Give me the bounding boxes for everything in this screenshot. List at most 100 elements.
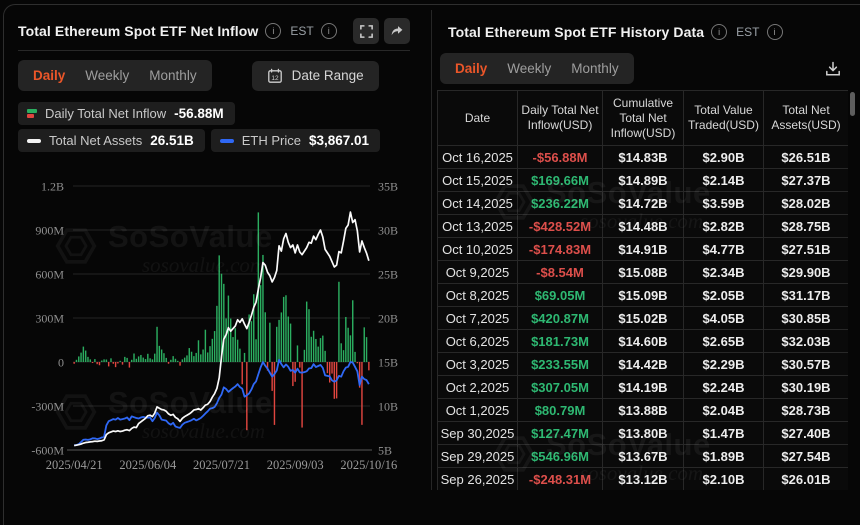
right-axis-tick: 30B xyxy=(378,224,398,238)
cell-daily-inflow: -$56.88M xyxy=(517,145,603,169)
left-axis-tick: -300M xyxy=(31,400,64,414)
date-range-button[interactable]: 12 Date Range xyxy=(251,60,379,91)
left-axis-tick: 1.2B xyxy=(41,180,64,194)
table-row: Oct 10,2025 -$174.83M $14.91B $4.77B $27.51B xyxy=(437,237,848,261)
cell-net-assets: $26.51B xyxy=(763,145,848,169)
cell-net-assets: $30.19B xyxy=(763,375,848,399)
table-row: Oct 16,2025 -$56.88M $14.83B $2.90B $26.51B xyxy=(437,145,848,169)
svg-text:12: 12 xyxy=(271,75,279,82)
col-cumulative-inflow: Cumulative Total Net Inflow(USD) xyxy=(602,90,684,146)
history-title: Total Ethereum Spot ETF History Data xyxy=(448,24,705,40)
cell-cumulative-inflow: $13.67B xyxy=(602,444,684,468)
cell-date: Oct 2,2025 xyxy=(437,375,518,399)
net-inflow-chart[interactable]: 1.2B 35B 900M 30B 600M 25B 300M 20B 0 15B -300M 10B… xyxy=(12,170,426,490)
cell-date: Oct 7,2025 xyxy=(437,306,518,330)
right-axis-tick: 35B xyxy=(378,180,398,194)
cell-cumulative-inflow: $15.02B xyxy=(602,306,684,330)
table-row: Sep 29,2025 $546.96M $13.67B $1.89B $27.54B xyxy=(437,444,848,468)
table-header-row: Date Daily Total Net Inflow(USD) Cumulat… xyxy=(437,90,848,146)
info-icon[interactable]: i xyxy=(265,23,282,39)
cell-daily-inflow: $236.22M xyxy=(517,191,603,215)
cell-daily-inflow: $169.66M xyxy=(517,168,603,192)
right-axis-tick: 20B xyxy=(378,312,398,326)
cell-daily-inflow: -$174.83M xyxy=(517,237,603,261)
cell-value-traded: $2.10B xyxy=(683,467,764,490)
cell-value-traded: $4.05B xyxy=(683,306,764,330)
table-row: Sep 26,2025 -$248.31M $13.12B $2.10B $26.01B xyxy=(437,467,848,490)
cell-daily-inflow: $127.47M xyxy=(517,421,603,445)
cell-cumulative-inflow: $14.72B xyxy=(602,191,684,215)
col-daily-inflow: Daily Total Net Inflow(USD) xyxy=(517,90,603,146)
cell-date: Oct 8,2025 xyxy=(437,283,518,307)
cell-date: Oct 14,2025 xyxy=(437,191,518,215)
cell-cumulative-inflow: $13.80B xyxy=(602,421,684,445)
table-row: Oct 2,2025 $307.05M $14.19B $2.24B $30.19B xyxy=(437,375,848,399)
left-axis-tick: 900M xyxy=(35,224,64,238)
x-axis-tick: 2025/10/16 xyxy=(340,458,397,472)
cell-value-traded: $2.82B xyxy=(683,214,764,238)
cell-value-traded: $2.04B xyxy=(683,398,764,422)
cell-cumulative-inflow: $14.42B xyxy=(602,352,684,376)
cell-net-assets: $30.57B xyxy=(763,352,848,376)
download-button[interactable] xyxy=(824,60,842,78)
cell-value-traded: $1.89B xyxy=(683,444,764,468)
cell-daily-inflow: $307.05M xyxy=(517,375,603,399)
legend-daily-net-inflow[interactable]: Daily Total Net Inflow -56.88M xyxy=(18,102,235,125)
cell-date: Oct 16,2025 xyxy=(437,145,518,169)
legend-total-net-assets[interactable]: Total Net Assets 26.51B xyxy=(18,129,205,152)
table-row: Sep 30,2025 $127.47M $13.80B $1.47B $27.40B xyxy=(437,421,848,445)
tab-daily[interactable]: Daily xyxy=(24,65,74,86)
cell-date: Oct 1,2025 xyxy=(437,398,518,422)
cell-net-assets: $28.75B xyxy=(763,214,848,238)
legend-eth-price[interactable]: ETH Price $3,867.01 xyxy=(210,129,381,152)
table-row: Oct 9,2025 -$8.54M $15.08B $2.34B $29.90B xyxy=(437,260,848,284)
info-icon[interactable]: i xyxy=(711,24,728,40)
cell-net-assets: $27.40B xyxy=(763,421,848,445)
page-title: Total Ethereum Spot ETF Net Inflow xyxy=(18,23,259,39)
table-row: Oct 6,2025 $181.73M $14.60B $2.65B $32.03B xyxy=(437,329,848,353)
left-axis-tick: 0 xyxy=(58,356,64,370)
share-button[interactable] xyxy=(384,18,410,44)
cell-value-traded: $2.05B xyxy=(683,283,764,307)
cell-daily-inflow: -$248.31M xyxy=(517,467,603,490)
tab-monthly[interactable]: Monthly xyxy=(140,65,205,86)
x-axis-tick: 2025/09/03 xyxy=(267,458,324,472)
panel-divider xyxy=(431,10,432,490)
download-icon xyxy=(826,61,840,75)
cell-cumulative-inflow: $15.09B xyxy=(602,283,684,307)
right-axis-tick: 10B xyxy=(378,400,398,414)
cell-date: Oct 13,2025 xyxy=(437,214,518,238)
cell-net-assets: $30.85B xyxy=(763,306,848,330)
chart-legend: Daily Total Net Inflow -56.88M Total Net… xyxy=(12,102,426,152)
cell-value-traded: $2.14B xyxy=(683,168,764,192)
fullscreen-icon xyxy=(359,24,373,38)
col-net-assets: Total Net Assets(USD) xyxy=(763,90,848,146)
cell-date: Sep 30,2025 xyxy=(437,421,518,445)
history-table-body: Oct 16,2025 -$56.88M $14.83B $2.90B $26.51B O… xyxy=(437,145,848,490)
cell-cumulative-inflow: $14.60B xyxy=(602,329,684,353)
cell-net-assets: $27.37B xyxy=(763,168,848,192)
tab-monthly[interactable]: Monthly xyxy=(562,58,627,79)
right-axis-tick: 5B xyxy=(378,444,392,458)
net-inflow-chart-svg: 1.2B 35B 900M 30B 600M 25B 300M 20B 0 15B -300M 10B… xyxy=(31,180,398,473)
tab-daily[interactable]: Daily xyxy=(446,58,496,79)
history-table: Date Daily Total Net Inflow(USD) Cumulat… xyxy=(437,90,848,490)
history-data-panel: Total Ethereum Spot ETF History Data i E… xyxy=(437,12,856,490)
tab-weekly[interactable]: Weekly xyxy=(76,65,138,86)
cell-cumulative-inflow: $14.19B xyxy=(602,375,684,399)
cell-net-assets: $26.01B xyxy=(763,467,848,490)
cell-cumulative-inflow: $14.91B xyxy=(602,237,684,261)
table-scrollbar-thumb[interactable] xyxy=(850,92,855,116)
x-axis-tick: 2025/06/04 xyxy=(119,458,177,472)
cell-value-traded: $4.77B xyxy=(683,237,764,261)
cell-net-assets: $29.90B xyxy=(763,260,848,284)
cell-net-assets: $27.54B xyxy=(763,444,848,468)
tab-weekly[interactable]: Weekly xyxy=(498,58,560,79)
cell-value-traded: $3.59B xyxy=(683,191,764,215)
history-table-container[interactable]: Date Daily Total Net Inflow(USD) Cumulat… xyxy=(437,90,848,490)
table-controls: Daily Weekly Monthly xyxy=(437,53,856,84)
timezone-info-icon[interactable]: i xyxy=(766,24,783,40)
fullscreen-button[interactable] xyxy=(353,18,379,44)
assets-value: 26.51B xyxy=(150,133,194,148)
timezone-info-icon[interactable]: i xyxy=(320,23,337,39)
